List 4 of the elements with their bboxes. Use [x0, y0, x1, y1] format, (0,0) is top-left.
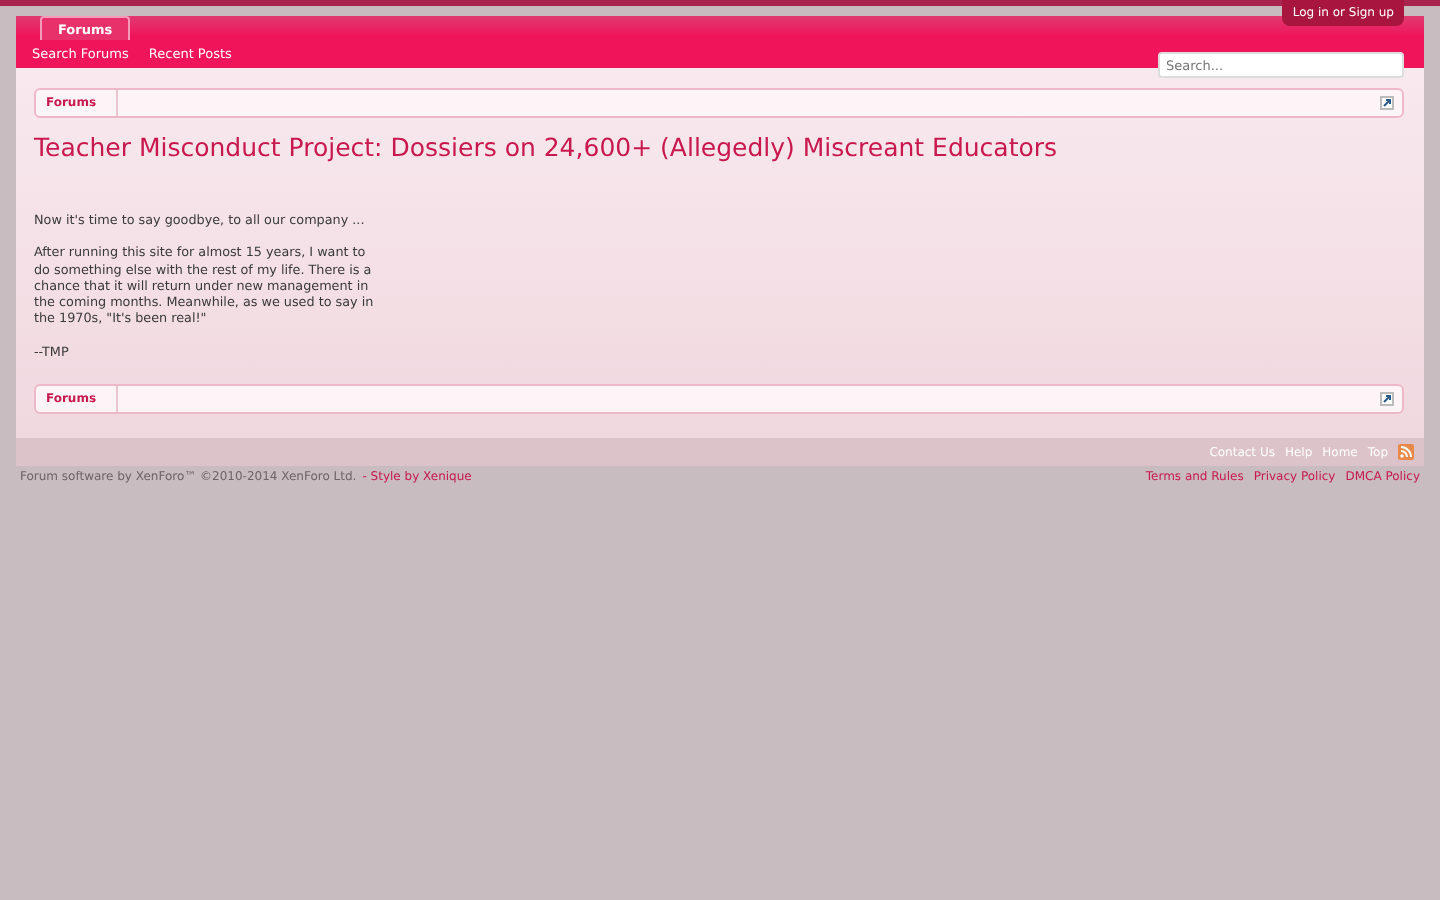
- rss-icon[interactable]: [1398, 444, 1414, 461]
- popup-icon[interactable]: [1380, 392, 1394, 407]
- page-title: Teacher Misconduct Project: Dossiers on 24,600+ (Allegedly) Miscreant Educators: [34, 132, 1060, 162]
- popup-icon[interactable]: [1380, 96, 1394, 110]
